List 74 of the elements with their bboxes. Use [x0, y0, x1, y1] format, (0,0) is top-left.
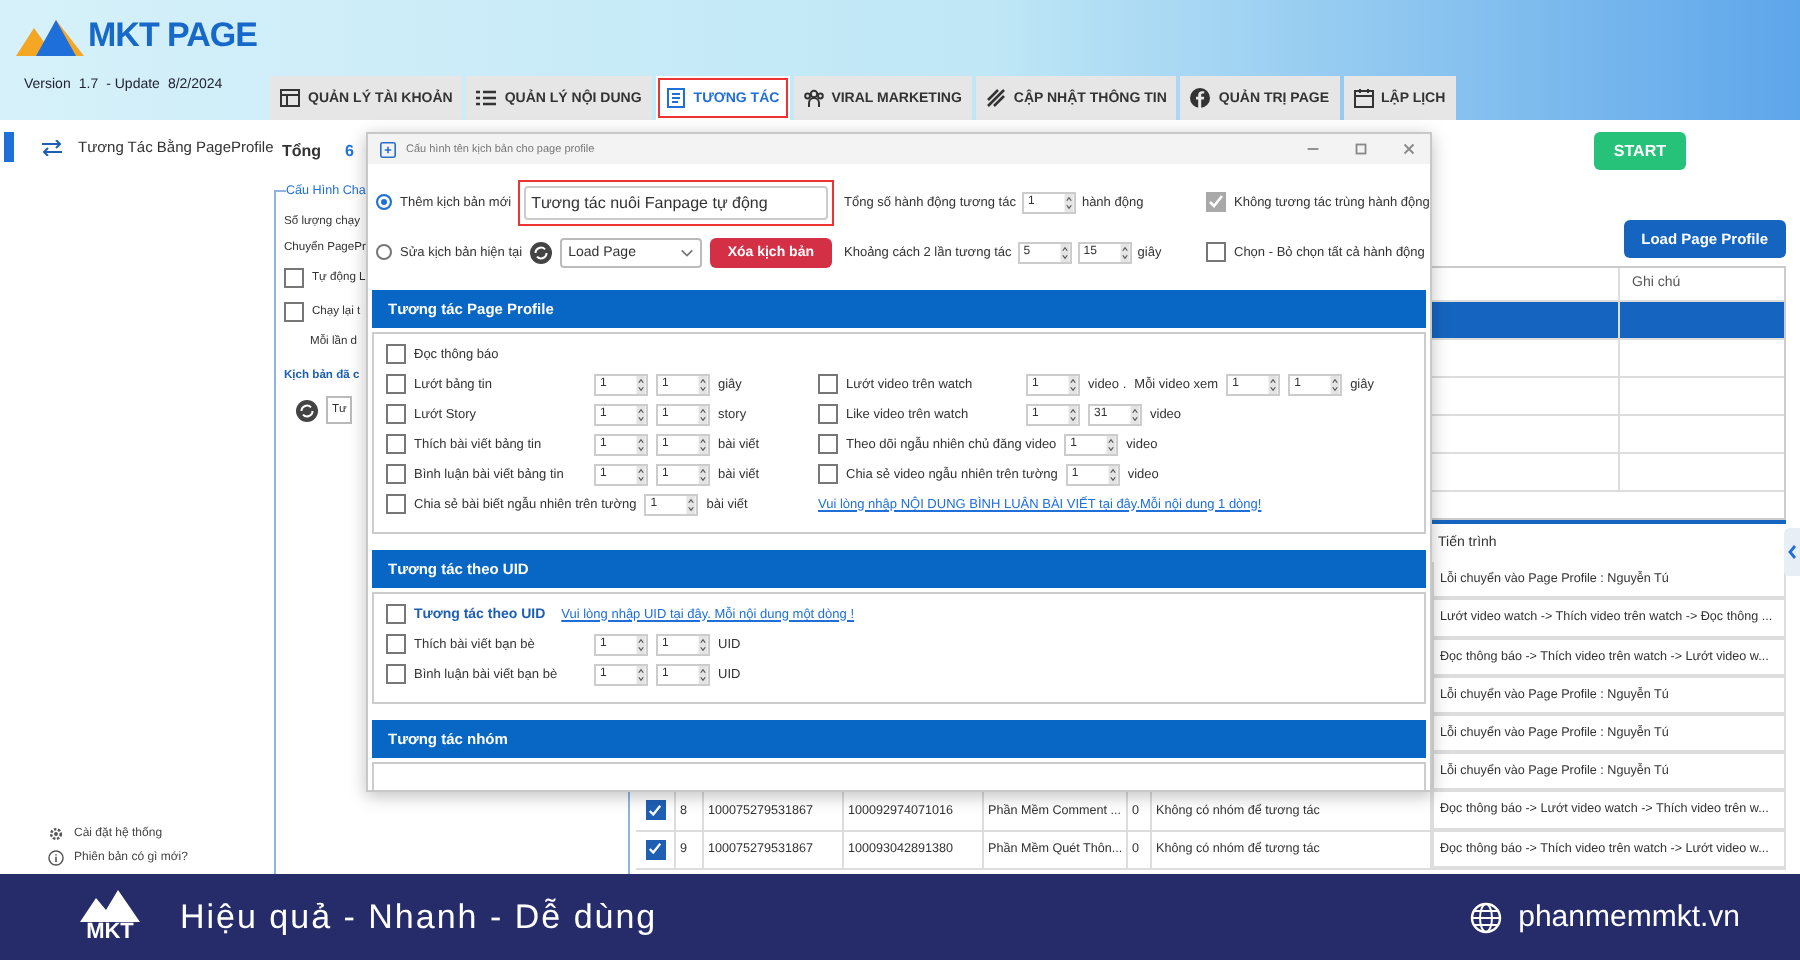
refresh-icon[interactable]: [530, 241, 553, 263]
radio-button[interactable]: [376, 194, 392, 210]
up-down-arrows-icon[interactable]: [698, 375, 708, 393]
calendar-icon: [1353, 88, 1373, 108]
up-down-arrows-icon[interactable]: [698, 665, 708, 683]
up-down-arrows-icon[interactable]: [636, 375, 646, 393]
chevron-left-icon[interactable]: [1784, 528, 1800, 576]
up-down-arrows-icon[interactable]: [1119, 243, 1130, 261]
info-icon: [48, 850, 64, 866]
refresh-icon: [296, 399, 318, 421]
checkbox[interactable]: [386, 664, 406, 684]
mountain-logo-icon: [16, 16, 84, 56]
app-logo-text: MKT PAGE: [88, 16, 257, 56]
up-down-arrows-icon[interactable]: [636, 405, 646, 423]
checkbox[interactable]: [1206, 242, 1226, 262]
logo-text: MKT: [86, 922, 134, 944]
document-icon: [380, 141, 396, 157]
caret-icon[interactable]: [679, 247, 694, 257]
close-icon[interactable]: [1400, 140, 1418, 158]
script-name-input[interactable]: Tương tác nuôi Fanpage tự động: [523, 185, 828, 219]
up-down-arrows-icon[interactable]: [698, 465, 708, 483]
checkbox[interactable]: [386, 434, 406, 454]
mountain-logo-icon: [80, 890, 140, 922]
table-icon: [280, 88, 300, 108]
form-icon: [665, 88, 686, 108]
checkbox[interactable]: [386, 494, 406, 514]
swap-arrows-icon: [42, 139, 62, 155]
row-checkbox[interactable]: [645, 800, 665, 821]
checkmark-icon: [1208, 194, 1224, 210]
checkbox[interactable]: [386, 344, 406, 364]
checkbox[interactable]: [818, 404, 838, 424]
row-checkbox[interactable]: [645, 839, 665, 860]
checkbox[interactable]: [386, 634, 406, 654]
up-down-arrows-icon[interactable]: [698, 405, 708, 423]
up-down-arrows-icon[interactable]: [698, 435, 708, 453]
up-down-arrows-icon[interactable]: [636, 635, 646, 653]
up-down-arrows-icon[interactable]: [1059, 243, 1070, 261]
up-down-arrows-icon[interactable]: [1330, 375, 1341, 393]
maximize-icon[interactable]: [1352, 140, 1370, 158]
up-down-arrows-icon[interactable]: [1107, 465, 1118, 483]
up-down-arrows-icon[interactable]: [698, 635, 708, 653]
settings-icon: [48, 826, 64, 842]
radio-button[interactable]: [376, 244, 392, 260]
list-icon: [476, 88, 497, 108]
up-down-arrows-icon[interactable]: [1106, 435, 1117, 453]
checkbox[interactable]: [818, 464, 838, 484]
website-link[interactable]: phanmemmkt.vn: [1518, 900, 1740, 934]
up-down-arrows-icon[interactable]: [1130, 405, 1140, 423]
people-icon: [803, 88, 824, 108]
letter-f-circle-icon: [1190, 88, 1211, 108]
total-count: 6: [345, 141, 354, 159]
up-down-arrows-icon[interactable]: [1063, 193, 1074, 211]
total-label: Tổng: [282, 141, 322, 159]
checkbox[interactable]: [284, 302, 304, 322]
checkbox[interactable]: [1206, 192, 1226, 212]
up-down-arrows-icon[interactable]: [636, 665, 646, 683]
up-down-arrows-icon[interactable]: [636, 435, 646, 453]
signal-icon: [985, 88, 1006, 108]
up-down-arrows-icon[interactable]: [686, 495, 697, 513]
checkbox[interactable]: [386, 374, 406, 394]
checkmark-icon: [648, 842, 662, 857]
up-down-arrows-icon[interactable]: [1068, 405, 1078, 423]
checkbox[interactable]: [386, 604, 406, 624]
checkbox[interactable]: [386, 404, 406, 424]
globe-icon: [1470, 901, 1503, 933]
checkbox[interactable]: [386, 464, 406, 484]
up-down-arrows-icon[interactable]: [1268, 375, 1279, 393]
checkmark-icon: [648, 803, 662, 818]
slogan: Hiệu quả - Nhanh - Dễ dùng: [180, 897, 658, 937]
up-down-arrows-icon[interactable]: [636, 465, 646, 483]
checkbox[interactable]: [284, 268, 304, 288]
checkbox[interactable]: [818, 374, 838, 394]
up-down-arrows-icon[interactable]: [1068, 375, 1078, 393]
checkbox[interactable]: [818, 434, 838, 454]
